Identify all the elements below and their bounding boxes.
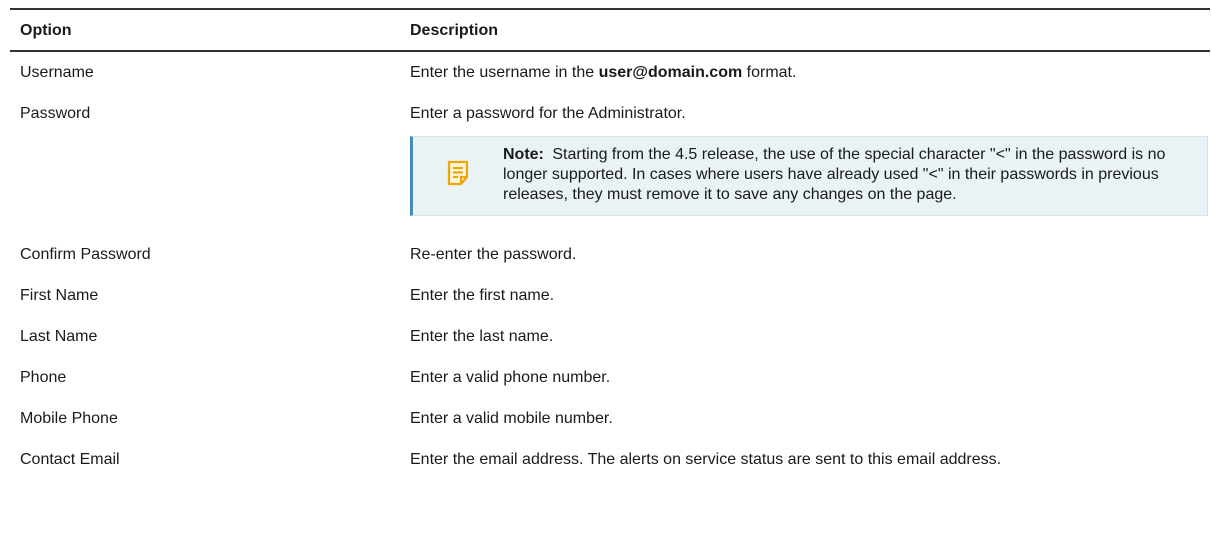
description-cell: Enter the last name.: [410, 328, 554, 345]
note-icon: [447, 160, 469, 192]
table-row: Phone Enter a valid phone number.: [10, 359, 1210, 400]
table-row: Username Enter the username in the user@…: [10, 51, 1210, 95]
description-cell: Re-enter the password.: [410, 246, 577, 263]
column-header-option: Option: [10, 8, 400, 52]
option-cell: Confirm Password: [20, 246, 151, 263]
table-row: Last Name Enter the last name.: [10, 318, 1210, 359]
table-row: First Name Enter the first name.: [10, 277, 1210, 318]
table-row: Password Enter a password for the Admini…: [10, 95, 1210, 236]
description-cell: Enter the email address. The alerts on s…: [410, 451, 1002, 468]
option-cell: Password: [20, 105, 91, 122]
description-cell: Enter a password for the Administrator.: [400, 95, 1210, 236]
description-text: Enter the username in the: [410, 64, 599, 81]
option-cell: Last Name: [20, 328, 98, 345]
description-cell: Enter a valid mobile number.: [410, 410, 613, 427]
table-row: Confirm Password Re-enter the password.: [10, 236, 1210, 277]
note-label: Note:: [503, 146, 544, 163]
table-row: Mobile Phone Enter a valid mobile number…: [10, 400, 1210, 441]
description-cell: Enter the first name.: [410, 287, 555, 304]
email-format-example: user@domain.com: [598, 64, 743, 81]
description-cell: Enter a valid phone number.: [410, 369, 611, 386]
option-cell: Phone: [20, 369, 67, 386]
table-row: Contact Email Enter the email address. T…: [10, 441, 1210, 482]
note-icon-container: [413, 137, 503, 215]
option-cell: Username: [20, 64, 94, 81]
note-body: Starting from the 4.5 release, the use o…: [503, 146, 1166, 203]
description-text: Enter a password for the Administrator.: [410, 105, 686, 122]
note-box: Note: Starting from the 4.5 release, the…: [410, 136, 1208, 216]
option-cell: First Name: [20, 287, 99, 304]
options-table: Option Description Username Enter the us…: [10, 8, 1210, 482]
description-cell: Enter the username in the user@domain.co…: [400, 51, 1210, 95]
description-text: format.: [742, 64, 797, 81]
option-cell: Contact Email: [20, 451, 120, 468]
option-cell: Mobile Phone: [20, 410, 118, 427]
note-text: Note: Starting from the 4.5 release, the…: [503, 137, 1207, 215]
table-header-row: Option Description: [10, 8, 1210, 52]
column-header-description: Description: [400, 8, 1210, 52]
